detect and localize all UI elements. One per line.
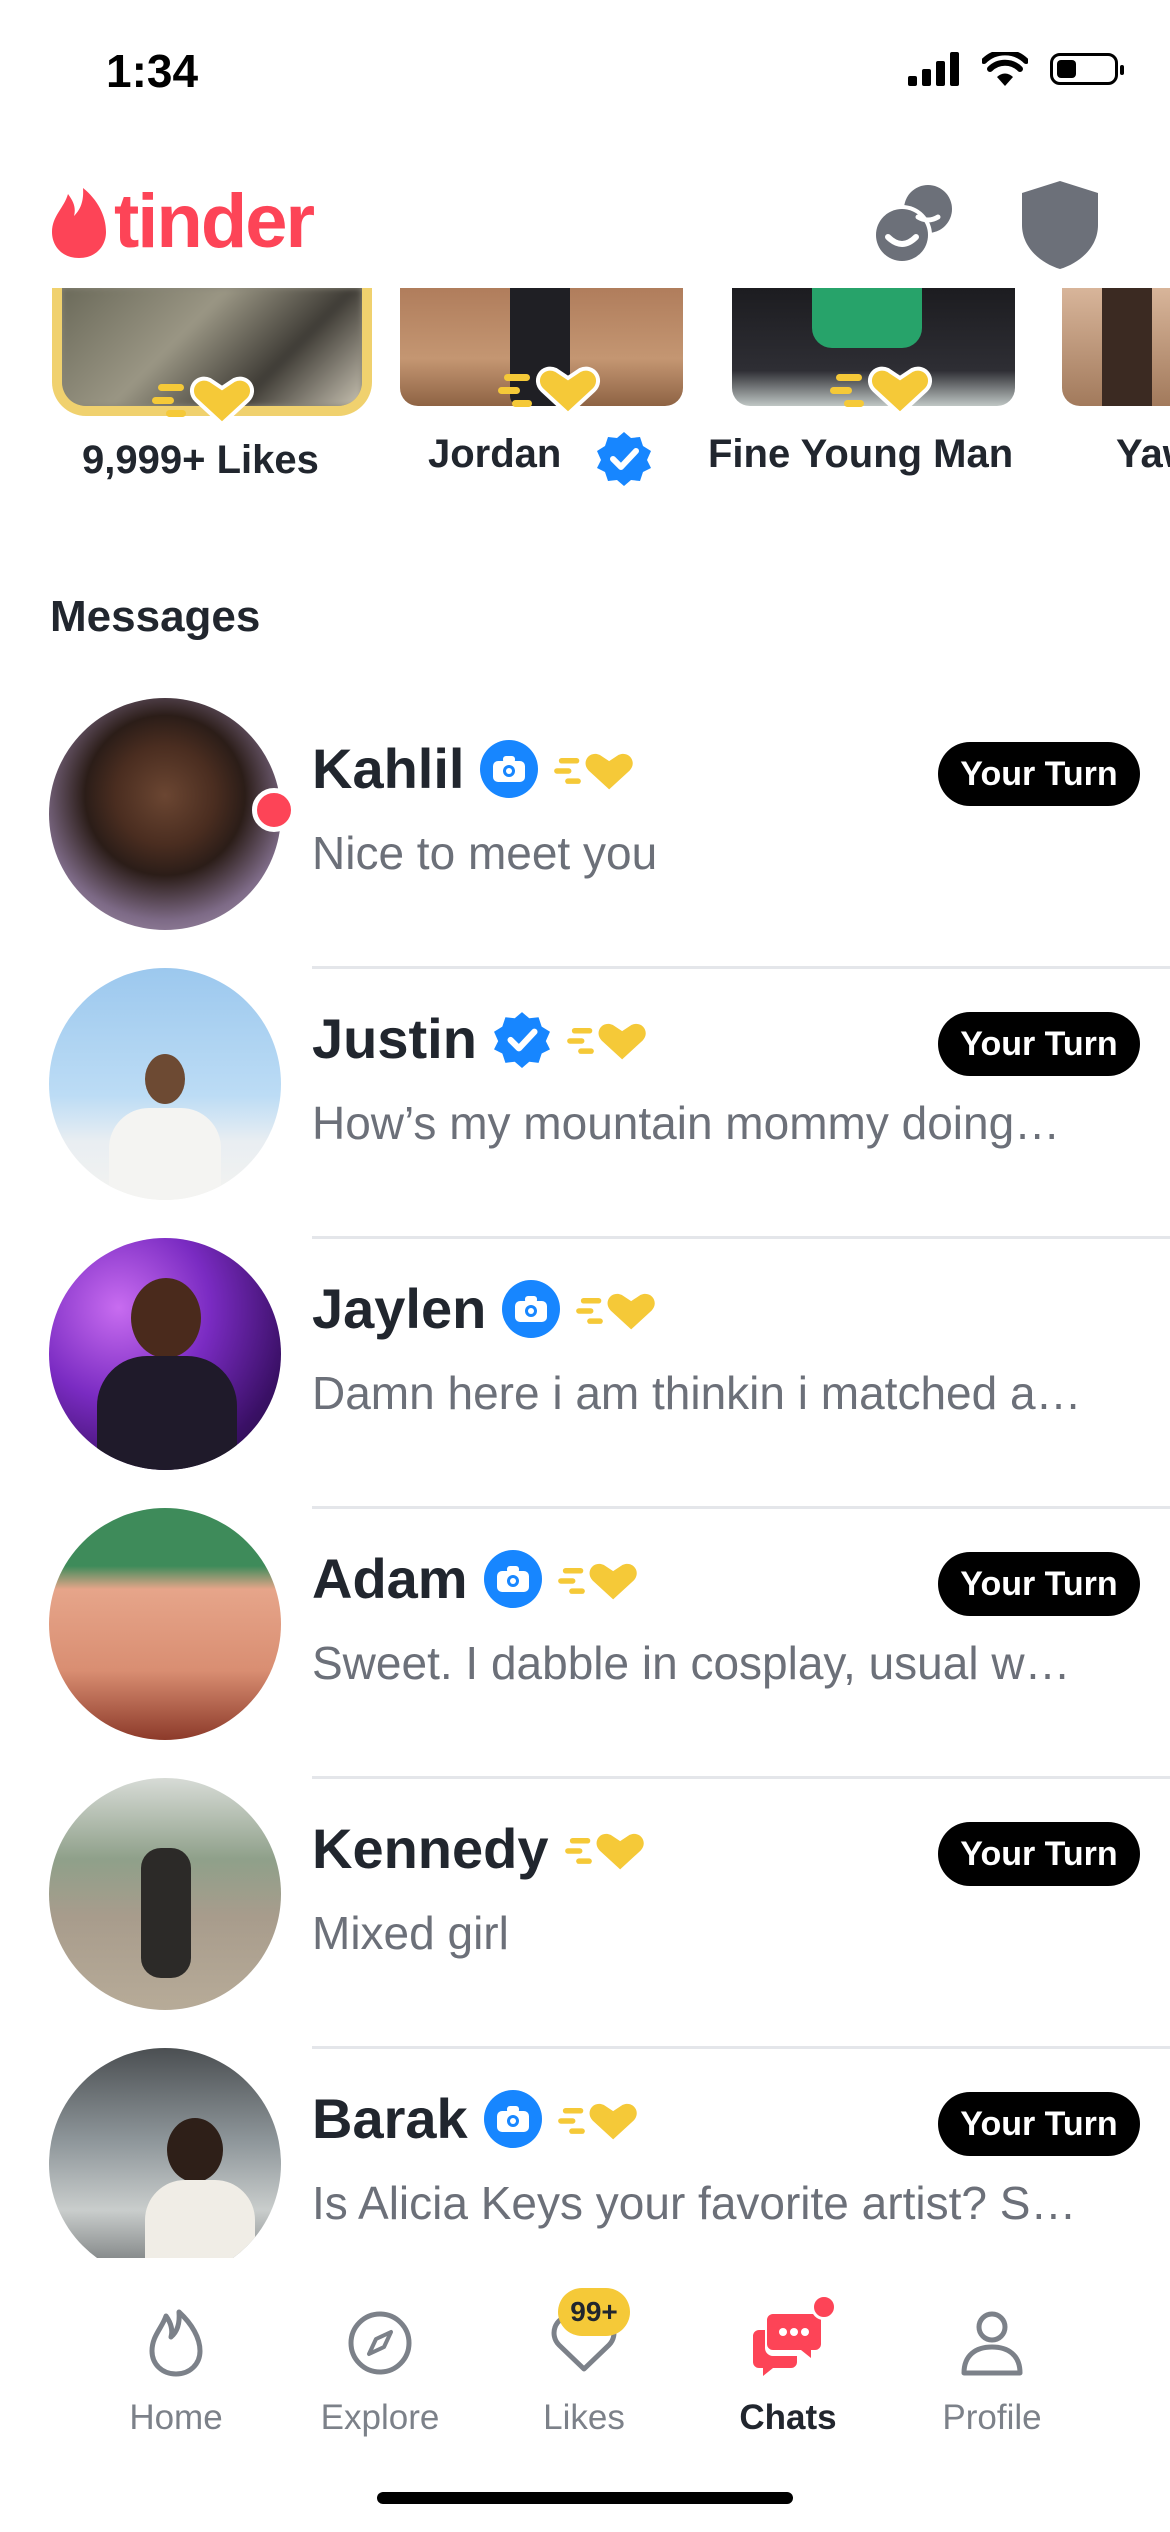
tab-label: Likes	[543, 2398, 625, 2437]
message-preview: Damn here i am thinkin i matched a…	[312, 1367, 1082, 1419]
logo-text: tinder	[114, 179, 315, 264]
your-turn-badge: Your Turn	[938, 1552, 1140, 1616]
message-row-barak[interactable]: Barak Your Turn Is Alicia Keys your favo…	[0, 2048, 1170, 2258]
match-name: Fine Young Man	[708, 432, 1014, 476]
avatar	[49, 1508, 281, 1740]
camera-icon	[496, 1565, 529, 1592]
home-indicator[interactable]	[377, 2492, 793, 2504]
flame-icon	[149, 2309, 203, 2377]
tab-explore[interactable]: Explore	[280, 2288, 480, 2488]
message-preview: Sweet. I dabble in cosplay, usual w…	[312, 1637, 1071, 1689]
your-turn-badge: Your Turn	[938, 1822, 1140, 1886]
message-preview: Mixed girl	[312, 1907, 509, 1959]
verified-badge-icon	[597, 432, 651, 486]
match-photo	[1062, 288, 1170, 406]
camera-icon	[493, 755, 526, 782]
wifi-icon	[982, 52, 1028, 86]
your-turn-badge: Your Turn	[938, 1012, 1140, 1076]
message-row-justin[interactable]: Justin Your Turn How’s my mountain mommy…	[0, 968, 1170, 1239]
avatar	[49, 968, 281, 1200]
battery-icon	[1050, 53, 1124, 85]
tab-label: Chats	[739, 2398, 837, 2437]
tab-chats[interactable]: Chats	[688, 2288, 888, 2488]
match-jordan[interactable]: Jordan	[400, 288, 700, 508]
tab-home[interactable]: Home	[76, 2288, 276, 2488]
app-header: tinder	[0, 170, 1170, 290]
likes-match-card[interactable]: 9,999+ Likes	[0, 288, 420, 508]
message-row-jaylen[interactable]: Jaylen Damn here i am thinkin i matched …	[0, 1238, 1170, 1509]
double-date-button[interactable]	[862, 170, 962, 280]
photo-verified-badge	[502, 1279, 561, 1338]
tab-label: Profile	[942, 2398, 1042, 2437]
tinder-logo[interactable]: tinder	[50, 178, 315, 265]
likes-count-label: 9,999+ Likes	[82, 438, 319, 482]
cellular-signal-icon	[908, 52, 959, 86]
tab-label: Home	[129, 2398, 223, 2437]
tab-likes[interactable]: 99+ Likes	[484, 2288, 684, 2488]
super-like-heart-icon	[152, 376, 254, 426]
super-like-heart-icon	[576, 1293, 656, 1329]
super-like-heart-icon	[557, 1563, 637, 1599]
message-row-kennedy[interactable]: Kennedy Your Turn Mixed girl	[0, 1778, 1170, 2049]
super-like-heart-icon	[564, 1833, 644, 1869]
compass-icon	[348, 2311, 412, 2375]
contact-name: Jaylen	[312, 1277, 487, 1340]
new-matches-row[interactable]: 9,999+ Likes Jordan Fine Young Man Ya	[0, 288, 1170, 508]
match-fine-young-man[interactable]: Fine Young Man	[708, 288, 1040, 508]
message-preview: Nice to meet you	[312, 827, 658, 879]
avatar	[49, 698, 281, 930]
your-turn-badge: Your Turn	[938, 2092, 1140, 2156]
message-row-kahlil[interactable]: Kahlil Your Turn Nice to meet you	[0, 698, 1170, 969]
super-like-heart-icon	[830, 366, 932, 416]
double-date-icon	[872, 185, 952, 265]
status-time: 1:34	[106, 45, 199, 97]
bottom-tab-bar: Home Explore 99+ Likes Chats Profile	[0, 2258, 1170, 2532]
super-like-heart-icon	[567, 1023, 646, 1059]
contact-name: Kahlil	[312, 737, 465, 800]
contact-name: Justin	[312, 1007, 477, 1070]
super-like-heart-icon	[498, 366, 600, 416]
message-preview: How’s my mountain mommy doing…	[312, 1097, 1061, 1149]
super-like-heart-icon	[554, 753, 634, 789]
message-row-adam[interactable]: Adam Your Turn Sweet. I dabble in cospla…	[0, 1508, 1170, 1779]
unread-indicator	[252, 788, 296, 832]
avatar	[49, 1238, 281, 1470]
flame-logo-icon	[52, 187, 106, 258]
messages-section-title: Messages	[50, 592, 261, 641]
contact-name: Barak	[312, 2087, 468, 2150]
super-like-heart-icon	[557, 2103, 637, 2139]
message-preview: Is Alicia Keys your favorite artist? S…	[312, 2177, 1077, 2229]
safety-shield-icon	[1022, 181, 1098, 269]
chats-notification-dot	[811, 2294, 837, 2320]
your-turn-badge: Your Turn	[938, 742, 1140, 806]
photo-verified-badge	[483, 2089, 542, 2148]
photo-verified-badge	[483, 1549, 542, 1608]
avatar	[49, 1778, 281, 2010]
tab-label: Explore	[320, 2398, 440, 2437]
avatar	[49, 2048, 281, 2258]
match-name: Yaw	[1116, 432, 1170, 476]
camera-icon	[496, 2105, 529, 2132]
person-icon	[961, 2311, 1023, 2376]
contact-name: Adam	[312, 1547, 468, 1610]
match-name: Jordan	[428, 432, 562, 476]
contact-name: Kennedy	[312, 1817, 549, 1880]
likes-count-badge: 99+	[558, 2288, 630, 2336]
tab-profile[interactable]: Profile	[892, 2288, 1092, 2488]
safety-button[interactable]	[1010, 170, 1110, 280]
camera-icon	[515, 1295, 548, 1322]
chat-icon	[753, 2314, 821, 2376]
verified-badge-icon	[493, 1011, 550, 1068]
photo-verified-badge	[480, 739, 539, 798]
status-icons	[908, 52, 1124, 86]
match-yaw[interactable]: Yaw	[1060, 288, 1170, 508]
